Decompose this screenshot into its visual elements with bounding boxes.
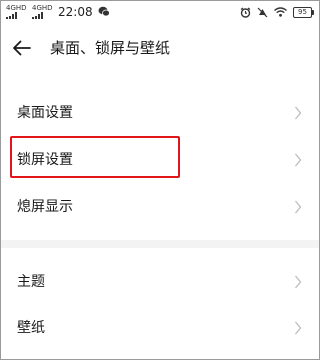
sim1-signal: 4GHD <box>6 5 27 19</box>
clock: 22:08 <box>58 5 93 19</box>
wifi-icon <box>274 7 287 17</box>
signal-icon <box>6 12 17 19</box>
signal-icon <box>32 12 43 19</box>
header: 桌面、锁屏与壁纸 <box>0 30 320 66</box>
chevron-right-icon <box>295 275 302 289</box>
wechat-notification-icon <box>98 6 110 17</box>
alarm-icon <box>240 7 251 18</box>
settings-item-wallpaper[interactable]: 壁纸 <box>0 305 320 351</box>
section-divider <box>0 240 320 248</box>
sim2-network-label: 4GHD <box>32 4 53 12</box>
chevron-right-icon <box>295 200 302 214</box>
settings-item-desktop[interactable]: 桌面设置 <box>0 90 320 136</box>
settings-item-label: 壁纸 <box>17 320 45 336</box>
status-bar: 4GHD 4GHD 22:08 95 <box>0 0 320 26</box>
sim2-signal: 4GHD <box>32 5 53 19</box>
highlight-box <box>10 136 180 178</box>
chevron-right-icon <box>295 153 302 167</box>
chevron-right-icon <box>295 321 302 335</box>
page-title: 桌面、锁屏与壁纸 <box>50 39 171 57</box>
settings-item-label: 主题 <box>17 274 45 290</box>
back-arrow-icon[interactable] <box>10 36 34 60</box>
chevron-right-icon <box>295 106 302 120</box>
mute-icon <box>257 7 268 17</box>
settings-item-aod[interactable]: 熄屏显示 <box>0 184 320 230</box>
settings-item-label: 熄屏显示 <box>17 199 73 215</box>
sim1-network-label: 4GHD <box>6 4 27 12</box>
settings-item-theme[interactable]: 主题 <box>0 259 320 305</box>
settings-item-label: 桌面设置 <box>17 105 73 121</box>
battery-icon: 95 <box>293 6 314 18</box>
